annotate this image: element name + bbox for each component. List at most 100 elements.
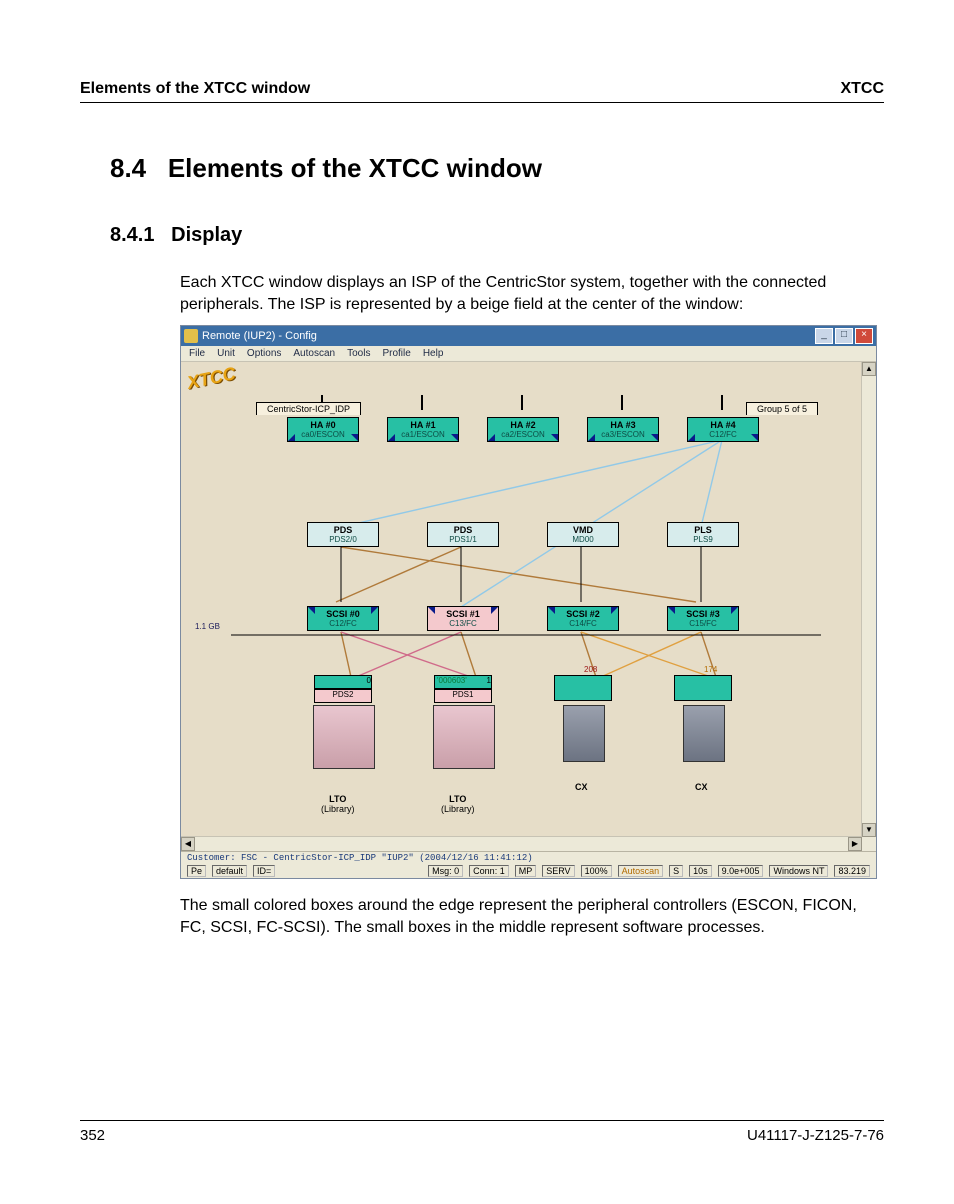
lto-title: LTO xyxy=(329,794,346,804)
running-header: Elements of the XTCC window XTCC xyxy=(80,80,884,103)
sb-conn: Conn: 1 xyxy=(469,865,509,877)
scroll-down-icon[interactable]: ▼ xyxy=(862,823,876,837)
paragraph-after: The small colored boxes around the edge … xyxy=(180,895,884,938)
menubar: File Unit Options Autoscan Tools Profile… xyxy=(181,346,876,362)
menu-tools[interactable]: Tools xyxy=(347,348,370,359)
subsection-title: Display xyxy=(171,224,242,246)
node-ha-0[interactable]: HA #0 ca0/ESCON xyxy=(287,417,359,442)
menu-autoscan[interactable]: Autoscan xyxy=(293,348,335,359)
sb-v: 83.219 xyxy=(834,865,870,877)
section-title: Elements of the XTCC window xyxy=(168,153,542,183)
node-pds-0[interactable]: PDS PDS2/0 xyxy=(307,522,379,547)
tab-left[interactable]: CentricStor-ICP_IDP xyxy=(256,402,361,415)
menu-profile[interactable]: Profile xyxy=(382,348,410,359)
titlebar: Remote (IUP2) - Config _ □ × xyxy=(181,326,876,346)
scroll-right-icon[interactable]: ▶ xyxy=(848,837,862,851)
menu-file[interactable]: File xyxy=(189,348,205,359)
sb-autoscan: Autoscan xyxy=(618,865,664,877)
lto-title: LTO xyxy=(449,794,466,804)
window-title: Remote (IUP2) - Config xyxy=(202,330,317,342)
cap-1-num: 1 xyxy=(487,676,491,685)
vertical-scrollbar[interactable]: ▲ ▼ xyxy=(861,362,876,851)
menu-unit[interactable]: Unit xyxy=(217,348,235,359)
node-scsi-1[interactable]: SCSI #1 C13/FC xyxy=(427,606,499,631)
diagram-area: XTCC xyxy=(181,362,876,851)
node-ha-1[interactable]: HA #1 ca1/ESCON xyxy=(387,417,459,442)
node-sub: ca0/ESCON xyxy=(290,430,356,439)
node-sub: ca3/ESCON xyxy=(590,430,656,439)
cap-2-a: 208 xyxy=(584,665,597,674)
sb-os: Windows NT xyxy=(769,865,828,877)
node-sub: C13/FC xyxy=(430,619,496,628)
node-scsi-2[interactable]: SCSI #2 C14/FC xyxy=(547,606,619,631)
sb-default: default xyxy=(212,865,247,877)
page-number: 352 xyxy=(80,1127,105,1144)
menu-options[interactable]: Options xyxy=(247,348,281,359)
sb-msg: Msg: 0 xyxy=(428,865,463,877)
tab-right[interactable]: Group 5 of 5 xyxy=(746,402,818,415)
xtcc-logo: XTCC xyxy=(185,363,237,394)
node-sub: C12/FC xyxy=(690,430,756,439)
sb-mp: MP xyxy=(515,865,537,877)
cap-0: 0 xyxy=(314,675,372,689)
node-pls[interactable]: PLS PLS9 xyxy=(667,522,739,547)
node-sub: PLS9 xyxy=(670,535,736,544)
page-footer: 352 U41117-J-Z125-7-76 xyxy=(80,1120,884,1144)
horizontal-scrollbar[interactable]: ◀ ▶ xyxy=(181,836,862,851)
section-number: 8.4 xyxy=(110,153,146,183)
app-icon xyxy=(184,329,198,343)
subsection-heading: 8.4.1 Display xyxy=(110,224,884,247)
sb-pct: 100% xyxy=(581,865,612,877)
scroll-left-icon[interactable]: ◀ xyxy=(181,837,195,851)
app-window: Remote (IUP2) - Config _ □ × File Unit O… xyxy=(180,325,877,879)
xtcc-screenshot: Remote (IUP2) - Config _ □ × File Unit O… xyxy=(180,325,875,879)
node-sub: C15/FC xyxy=(670,619,736,628)
cap-0-lbl: PDS2 xyxy=(314,689,372,703)
node-title: PDS xyxy=(310,525,376,535)
tape-1-icon xyxy=(433,705,495,769)
node-title: SCSI #2 xyxy=(550,609,616,619)
node-title: VMD xyxy=(550,525,616,535)
node-title: HA #2 xyxy=(490,420,556,430)
cap-1-badge: '000603' xyxy=(437,676,467,685)
maximize-button[interactable]: □ xyxy=(835,328,853,344)
node-title: PLS xyxy=(670,525,736,535)
sb-serv: SERV xyxy=(542,865,574,877)
node-sub: PDS1/1 xyxy=(430,535,496,544)
cap-1-lbl: PDS1 xyxy=(434,689,492,703)
node-title: HA #0 xyxy=(290,420,356,430)
scroll-up-icon[interactable]: ▲ xyxy=(862,362,876,376)
cap-3 xyxy=(674,675,732,701)
node-vmd[interactable]: VMD MD00 xyxy=(547,522,619,547)
node-title: SCSI #3 xyxy=(670,609,736,619)
lto-sub: (Library) xyxy=(441,804,475,814)
node-sub: PDS2/0 xyxy=(310,535,376,544)
section-heading: 8.4 Elements of the XTCC window xyxy=(110,153,884,184)
sb-s: S xyxy=(669,865,683,877)
header-right: XTCC xyxy=(840,80,884,98)
node-scsi-3[interactable]: SCSI #3 C15/FC xyxy=(667,606,739,631)
header-left: Elements of the XTCC window xyxy=(80,80,310,98)
sb-pe: Pe xyxy=(187,865,206,877)
minimize-button[interactable]: _ xyxy=(815,328,833,344)
menu-help[interactable]: Help xyxy=(423,348,444,359)
node-title: SCSI #0 xyxy=(310,609,376,619)
tape-0-icon xyxy=(313,705,375,769)
close-button[interactable]: × xyxy=(855,328,873,344)
node-title: PDS xyxy=(430,525,496,535)
node-ha-4[interactable]: HA #4 C12/FC xyxy=(687,417,759,442)
node-ha-2[interactable]: HA #2 ca2/ESCON xyxy=(487,417,559,442)
sb-n: 9.0e+005 xyxy=(718,865,764,877)
node-title: HA #4 xyxy=(690,420,756,430)
sb-id: ID= xyxy=(253,865,275,877)
cap-0-num: 0 xyxy=(367,676,371,685)
node-pds-1[interactable]: PDS PDS1/1 xyxy=(427,522,499,547)
lto-1-label: LTO (Library) xyxy=(441,794,475,814)
node-scsi-0[interactable]: SCSI #0 C12/FC xyxy=(307,606,379,631)
doc-id: U41117-J-Z125-7-76 xyxy=(747,1127,884,1144)
status-line-2: Pe default ID= Msg: 0 Conn: 1 MP SERV 10… xyxy=(181,864,876,878)
node-ha-3[interactable]: HA #3 ca3/ESCON xyxy=(587,417,659,442)
node-sub: C12/FC xyxy=(310,619,376,628)
cap-3-a: 174 xyxy=(704,665,717,674)
node-title: HA #3 xyxy=(590,420,656,430)
